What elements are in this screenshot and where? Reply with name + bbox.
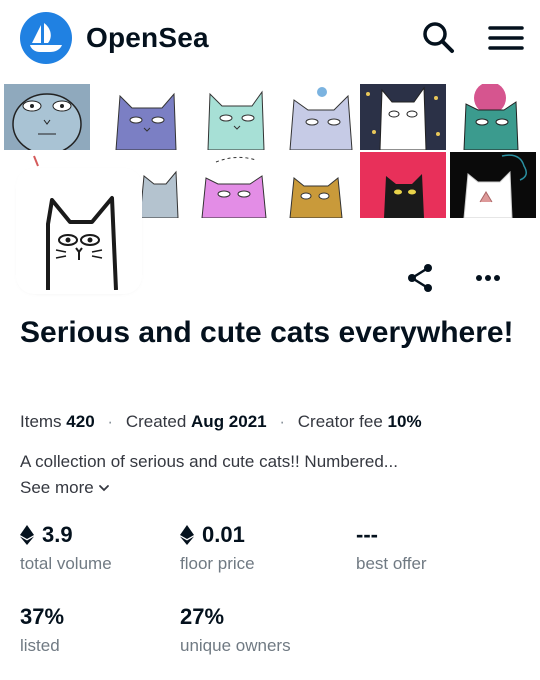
creator-fee-value: 10% [387,412,422,431]
total-volume-label: total volume [20,554,112,573]
banner-cat-image [196,152,282,218]
collection-description: A collection of serious and cute cats!! … [20,452,398,471]
more-options-icon[interactable] [470,260,506,296]
total-volume-value: 3.9 [42,522,73,547]
collection-title: Serious and cute cats everywhere! [20,316,514,349]
listed-label: listed [20,636,60,655]
best-offer-label: best offer [356,554,427,573]
creator-fee-label: Creator fee [297,412,383,431]
brand-name[interactable]: OpenSea [86,22,209,54]
banner-cat-image [282,152,368,218]
share-icon[interactable] [402,260,438,296]
chevron-down-icon [98,485,109,492]
banner-cat-image [196,84,282,150]
stat-listed: 37% listed [20,604,64,656]
hamburger-menu-icon[interactable] [486,18,526,58]
created-label: Created [125,412,187,431]
listed-value: 37% [20,604,65,629]
created-date: Aug 2021 [191,412,267,431]
ethereum-icon [20,525,34,545]
stat-unique-owners: 27% unique owners [180,604,291,656]
stat-total-volume: 3.9 total volume [20,522,112,574]
banner-cat-image [4,84,90,150]
banner-cat-image [360,152,446,218]
unique-owners-label: unique owners [180,636,291,655]
banner-cat-image [282,84,368,150]
see-more-button[interactable]: See more [20,478,110,498]
separator-dot: · [279,412,286,431]
collection-avatar [20,172,138,290]
floor-price-label: floor price [180,554,255,573]
floor-price-value: 0.01 [202,522,245,547]
banner-cat-image [106,84,192,150]
opensea-logo-icon[interactable] [20,12,72,64]
banner-cat-image [450,84,536,150]
banner-cat-image [450,152,536,218]
unique-owners-value: 27% [180,604,225,629]
ethereum-icon [180,525,194,545]
search-icon[interactable] [418,18,458,58]
separator-dot: · [107,412,114,431]
banner-cat-image [360,84,446,150]
items-count: 420 [66,412,95,431]
collection-meta: Items 420 · Created Aug 2021 · Creator f… [20,412,422,432]
see-more-label: See more [20,478,94,497]
best-offer-value: --- [356,522,378,547]
items-label: Items [20,412,62,431]
stat-floor-price: 0.01 floor price [180,522,255,574]
stat-best-offer: --- best offer [356,522,427,574]
top-nav: OpenSea [0,0,540,80]
